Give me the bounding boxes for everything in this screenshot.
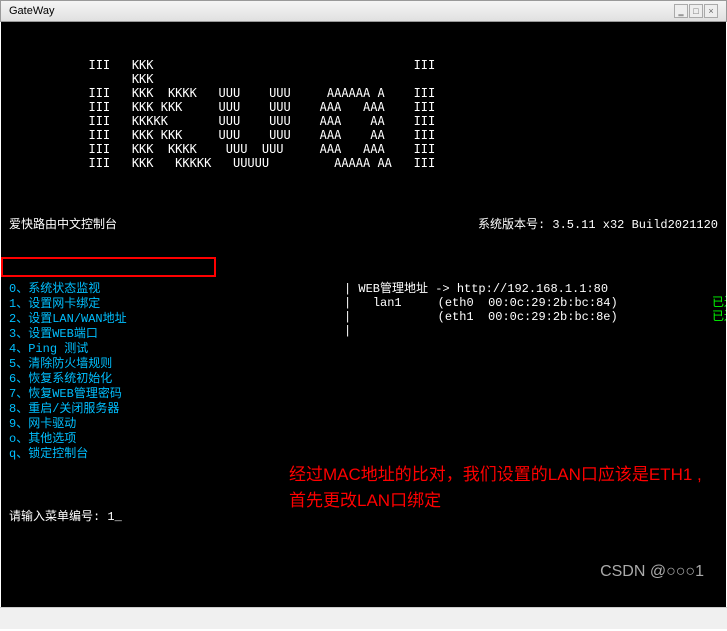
minimize-button[interactable]: ‗ — [674, 4, 688, 18]
watermark: CSDN @○○○1 — [600, 565, 704, 579]
menu-item-8[interactable]: 8、重启/关闭服务器 — [9, 402, 344, 417]
prompt-value: 1_ — [107, 510, 121, 524]
nic-row-1: | (eth1 00:0c:29:2b:bc:8e)已连 — [344, 310, 718, 324]
nic-row-0: | lan1 (eth0 00:0c:29:2b:bc:84)已连 — [344, 296, 718, 310]
menu-area: 0、系统状态监视 1、设置网卡绑定 2、设置LAN/WAN地址 3、设置WEB端… — [9, 282, 718, 462]
web-url: http://192.168.1.1:80 — [457, 282, 608, 296]
menu-item-7[interactable]: 7、恢复WEB管理密码 — [9, 387, 344, 402]
menu-item-9[interactable]: 9、网卡驱动 — [9, 417, 344, 432]
terminal[interactable]: III KKK III KKK III KKK KKKK UUU UUU AAA… — [1, 22, 726, 607]
highlight-box — [1, 257, 216, 277]
status-bar — [0, 607, 727, 629]
menu-item-5[interactable]: 5、清除防火墙规则 — [9, 357, 344, 372]
menu-item-q[interactable]: q、锁定控制台 — [9, 447, 344, 462]
window-buttons: ‗ □ × — [674, 4, 718, 18]
window-title-bar: GateWay ‗ □ × — [0, 0, 727, 22]
menu-item-1[interactable]: 1、设置网卡绑定 — [9, 297, 344, 312]
menu-item-2[interactable]: 2、设置LAN/WAN地址 — [9, 312, 344, 327]
menu-item-6[interactable]: 6、恢复系统初始化 — [9, 372, 344, 387]
maximize-button[interactable]: □ — [689, 4, 703, 18]
divider: | — [344, 324, 718, 338]
menu-item-0[interactable]: 0、系统状态监视 — [9, 282, 344, 297]
header-row: 爱快路由中文控制台 系统版本号: 3.5.11 x32 Build2021120 — [9, 218, 718, 232]
nic-status-0: 已连 — [712, 296, 726, 310]
version-label: 系统版本号: 3.5.11 x32 Build2021120 — [478, 218, 718, 232]
menu-right: | WEB管理地址 -> http://192.168.1.1:80 | lan… — [344, 282, 718, 462]
menu-item-4[interactable]: 4、Ping 测试 — [9, 342, 344, 357]
window-title: GateWay — [9, 5, 54, 17]
menu-item-o[interactable]: o、其他选项 — [9, 432, 344, 447]
user-annotation: 经过MAC地址的比对，我们设置的LAN口应该是ETH1 ,首先更改LAN口绑定 — [289, 462, 709, 514]
ascii-banner: III KKK III KKK III KKK KKKK UUU UUU AAA… — [9, 58, 718, 170]
menu-left: 0、系统状态监视 1、设置网卡绑定 2、设置LAN/WAN地址 3、设置WEB端… — [9, 282, 344, 462]
close-button[interactable]: × — [704, 4, 718, 18]
nic-status-1: 已连 — [712, 310, 726, 324]
menu-item-3[interactable]: 3、设置WEB端口 — [9, 327, 344, 342]
web-mgmt-line: | WEB管理地址 -> http://192.168.1.1:80 — [344, 282, 718, 296]
console-title: 爱快路由中文控制台 — [9, 218, 117, 232]
